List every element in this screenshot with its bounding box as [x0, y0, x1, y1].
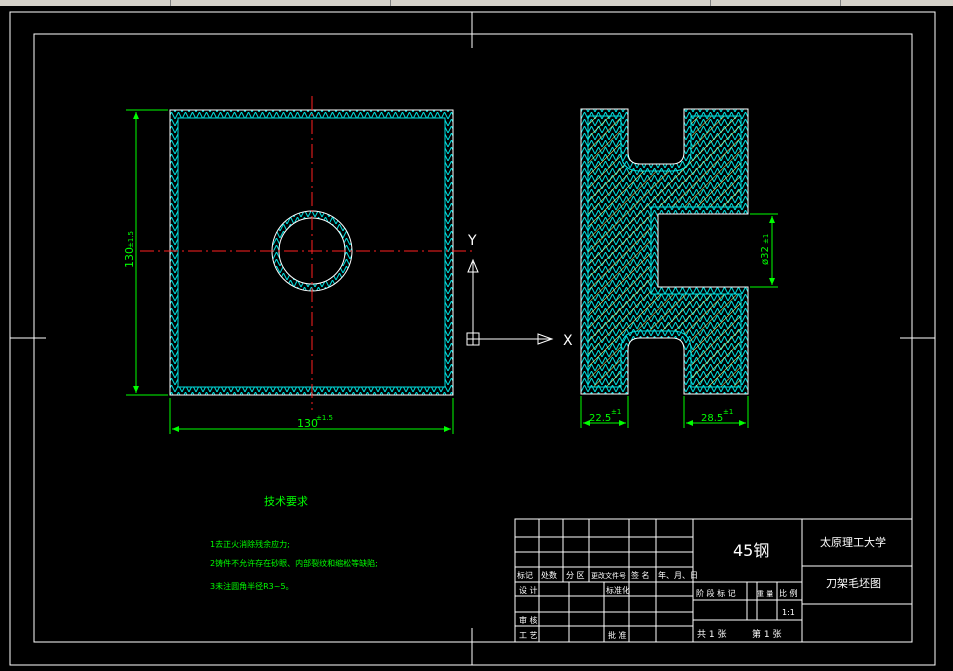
- notes-title: 技术要求: [264, 495, 308, 508]
- tb-sheet-index: 第 1 张: [752, 628, 781, 640]
- tb-sheet-count: 共 1 张: [697, 629, 726, 640]
- dim-flange-left-tol: ±1: [611, 408, 621, 416]
- tb-school-name[interactable]: 太原理工大学: [820, 535, 886, 549]
- tb-standardize-label: 标准化: [606, 585, 630, 595]
- tb-weight-label: 重 量: [757, 590, 773, 598]
- dim-flange-left-value: 22.5: [589, 413, 611, 424]
- dim-height-tol: ±1.5: [127, 231, 135, 248]
- dim-width-tol: ±1.5: [316, 414, 333, 422]
- ucs-y-label: Y: [467, 233, 477, 249]
- dim-width-value: 130: [297, 417, 318, 430]
- tb-header-sign: 签 名: [631, 570, 650, 580]
- side-view[interactable]: [580, 108, 749, 395]
- section-hatched-core: [587, 115, 742, 388]
- front-view[interactable]: [140, 96, 472, 410]
- tb-scale-label: 比 例: [779, 588, 798, 598]
- dim-flange-right-value: 28.5: [701, 413, 723, 424]
- dim-bore-value: ø32: [760, 246, 771, 265]
- tb-material[interactable]: 45钢: [733, 541, 769, 560]
- note-item-1: 1去正火消除残余应力;: [210, 539, 290, 549]
- tb-process-label: 工 艺: [519, 631, 538, 640]
- tb-header-mark: 标记: [517, 570, 533, 580]
- dim-height-value: 130: [123, 247, 136, 268]
- tb-design-label: 设 计: [519, 585, 538, 595]
- tb-approve-label: 批 准: [608, 630, 627, 640]
- tb-review-label: 审 核: [519, 615, 538, 625]
- dim-flange-right-tol: ±1: [723, 408, 733, 416]
- ucs-x-label: X: [563, 333, 573, 349]
- tb-header-date: 年、月、日: [658, 570, 698, 580]
- tb-header-zone: 分 区: [566, 571, 585, 580]
- tb-scale-value[interactable]: 1:1: [782, 608, 795, 617]
- note-item-3: 3未注圆角半径R3~5。: [210, 581, 294, 591]
- tb-stage-label: 阶 段 标 记: [696, 588, 736, 598]
- note-item-2: 2铸件不允许存在砂眼、内部裂纹和缩松等缺陷;: [210, 558, 378, 568]
- tb-header-count: 处数: [541, 570, 557, 580]
- tb-part-name[interactable]: 刀架毛坯图: [826, 577, 881, 590]
- ucs-icon[interactable]: [466, 258, 554, 346]
- dim-bore-tol: ±1: [762, 234, 770, 244]
- cad-drawing-canvas[interactable]: 130 ±1.5 130 ±1.5 ø32 ±1 22.5 ±1 28.5 ±1…: [0, 0, 953, 671]
- tb-header-change-doc: 更改文件号: [591, 571, 626, 580]
